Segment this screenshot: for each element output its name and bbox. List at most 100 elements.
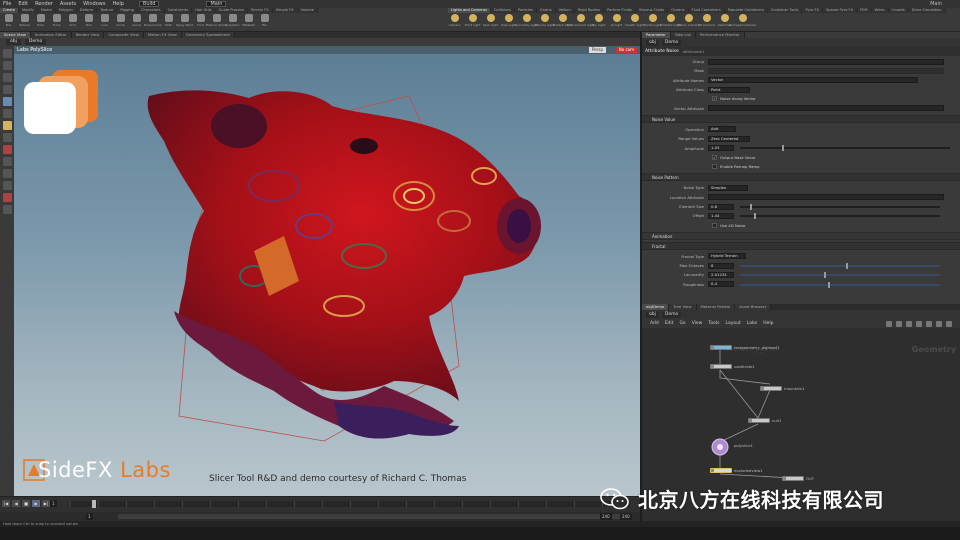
snap-icon[interactable] bbox=[2, 157, 12, 166]
playback-button-4[interactable]: ▶| bbox=[42, 500, 50, 507]
shelf-tab-simple-fx[interactable]: Simple FX bbox=[272, 8, 298, 13]
range-values-menu[interactable]: Zero Centered bbox=[708, 135, 750, 142]
net-menu-go[interactable]: Go bbox=[679, 321, 685, 326]
shelf-tab-characters[interactable]: Characters bbox=[137, 8, 165, 13]
shelf-tab-pyro-fx[interactable]: Pyro FX bbox=[802, 8, 824, 13]
element-size-slider[interactable] bbox=[740, 205, 940, 208]
amplitude-field[interactable]: 1.03 bbox=[708, 145, 734, 152]
node-mountain[interactable] bbox=[760, 386, 782, 391]
shelf-tool-line[interactable]: Line bbox=[98, 14, 111, 30]
param-path-demo[interactable]: Demo bbox=[661, 39, 682, 46]
node-flag[interactable] bbox=[749, 419, 752, 422]
palette-icon[interactable] bbox=[916, 321, 922, 327]
offset-slider-handle[interactable] bbox=[754, 213, 756, 220]
shelf-tool-file[interactable]: File bbox=[258, 14, 271, 30]
section-fractal[interactable]: Fractal bbox=[642, 241, 960, 250]
attr-class-menu[interactable]: Point bbox=[708, 86, 750, 93]
shelf-tool-distant-light[interactable]: Distant Light bbox=[553, 14, 572, 30]
attr-names-field[interactable]: Vector bbox=[708, 77, 918, 84]
node-out[interactable] bbox=[782, 476, 804, 481]
info-icon[interactable] bbox=[946, 321, 952, 327]
start-frame-field[interactable]: 1 bbox=[86, 513, 93, 520]
shape-icon[interactable] bbox=[926, 321, 932, 327]
shelf-tool-spot-light[interactable]: Spot Light bbox=[483, 14, 498, 30]
shelf-tab-polygon[interactable]: Polygon bbox=[55, 8, 77, 13]
use-4d-checkbox[interactable] bbox=[712, 222, 717, 228]
grid-icon[interactable] bbox=[896, 321, 902, 327]
lacunarity-slider[interactable] bbox=[740, 274, 940, 277]
shelf-tool-sky-light[interactable]: Sky Light bbox=[592, 14, 605, 30]
shelf-tab-terrain-fx[interactable]: Terrain FX bbox=[247, 8, 273, 13]
shelf-tool-gi-light[interactable]: GI Light bbox=[610, 14, 623, 30]
desktop-selector[interactable]: Build bbox=[138, 1, 160, 7]
enable-ramp-checkbox[interactable] bbox=[712, 164, 717, 170]
menu-assets[interactable]: Assets bbox=[60, 1, 76, 7]
lock-icon[interactable] bbox=[936, 321, 942, 327]
shelf-tab-particles[interactable]: Particles bbox=[514, 8, 537, 13]
persp-menu[interactable]: Persp bbox=[589, 47, 606, 53]
grid-icon[interactable] bbox=[2, 169, 12, 178]
shelf-tool-spray-paint[interactable]: Spray Paint bbox=[176, 14, 193, 30]
shelf-tab-collisions[interactable]: Collisions bbox=[490, 8, 515, 13]
net-menu-layout[interactable]: Layout bbox=[725, 321, 740, 326]
net-menu-tools[interactable]: Tools bbox=[708, 321, 719, 326]
end-frame-field-2[interactable]: 240 bbox=[620, 513, 632, 520]
shelf-tool-metaball[interactable]: Metaball bbox=[242, 14, 255, 30]
shelf-tab-rigid-bodies[interactable]: Rigid Bodies bbox=[574, 8, 604, 13]
playback-button-1[interactable]: ◀ bbox=[12, 500, 20, 507]
lacunarity-field[interactable]: 2.01234 bbox=[708, 271, 734, 278]
select-tool-icon[interactable] bbox=[2, 49, 12, 58]
section-noise-pattern[interactable]: Noise Pattern bbox=[642, 173, 960, 182]
shelf-tool-circle[interactable]: Circle bbox=[114, 14, 127, 30]
shelf-tab-constraints[interactable]: Constraints bbox=[164, 8, 193, 13]
node-null[interactable] bbox=[748, 418, 770, 423]
net-menu-help[interactable]: Help bbox=[763, 321, 773, 326]
net-menu-labs[interactable]: Labs bbox=[747, 321, 757, 326]
shelf-tab-create[interactable]: Create bbox=[0, 8, 19, 13]
noise-type-menu[interactable]: Simplex bbox=[708, 184, 748, 191]
shelf-tab-populate-containers[interactable]: Populate Containers bbox=[724, 8, 768, 13]
section-animation[interactable]: Animation bbox=[642, 231, 960, 240]
shelf-tab-drive-simulation[interactable]: Drive Simulation bbox=[908, 8, 946, 13]
shelf-tool-switcher[interactable]: Switcher bbox=[718, 14, 731, 30]
offset-slider[interactable] bbox=[740, 215, 940, 218]
vector-attr-field[interactable] bbox=[708, 105, 944, 112]
timeline-cursor[interactable] bbox=[92, 500, 96, 508]
current-frame-field[interactable]: 1 bbox=[50, 500, 57, 507]
node-polyslice[interactable] bbox=[710, 437, 730, 457]
shelf-tool-null[interactable]: Null bbox=[82, 14, 95, 30]
shelf-tool-point-light[interactable]: Point Light bbox=[465, 14, 480, 30]
shelf-tab-texture[interactable]: Texture bbox=[97, 8, 118, 13]
shelf-tool-ambient-light[interactable]: Ambient Light bbox=[660, 14, 681, 30]
max-octaves-slider-handle[interactable] bbox=[846, 263, 848, 270]
shelf-tool-vr-camera[interactable]: VR Camera bbox=[698, 14, 715, 30]
shelf-tool-draw-curve[interactable]: Draw Curve bbox=[144, 14, 161, 30]
section-noise-value[interactable]: Noise Value bbox=[642, 114, 960, 123]
location-attr-field[interactable] bbox=[708, 194, 944, 201]
desktop-selector-2[interactable]: Main bbox=[206, 1, 227, 7]
lacunarity-slider-handle[interactable] bbox=[824, 272, 826, 279]
record-icon[interactable] bbox=[2, 193, 12, 202]
menu-edit[interactable]: Edit bbox=[18, 1, 28, 7]
wrench-icon[interactable] bbox=[886, 321, 892, 327]
roughness-slider[interactable] bbox=[740, 283, 940, 286]
shelf-tool-caustic-light[interactable]: Caustic Light bbox=[625, 14, 644, 30]
net-menu-edit[interactable]: Edit bbox=[665, 321, 674, 326]
max-octaves-slider[interactable] bbox=[740, 265, 940, 268]
camera-icon[interactable] bbox=[2, 181, 12, 190]
display-options-icon[interactable] bbox=[2, 205, 12, 214]
shelf-tool-tube[interactable]: Tube bbox=[34, 14, 47, 30]
path-demo[interactable]: Demo bbox=[24, 39, 47, 45]
net-menu-view[interactable]: View bbox=[692, 321, 703, 326]
node-flag[interactable] bbox=[711, 346, 714, 349]
net-path-demo[interactable]: Demo bbox=[661, 311, 682, 318]
element-size-slider-handle[interactable] bbox=[750, 203, 752, 210]
node-testgeometry[interactable] bbox=[710, 345, 732, 350]
shelf-tool-camera[interactable]: Camera bbox=[448, 14, 461, 30]
element-size-field[interactable]: 0.6 bbox=[708, 203, 734, 210]
playback-button-2[interactable]: ■ bbox=[22, 500, 30, 507]
shelf-tab-guide-process[interactable]: Guide Process bbox=[215, 8, 248, 13]
shelf-tool-box[interactable]: Box bbox=[2, 14, 15, 30]
shelf-tool-torus[interactable]: Torus bbox=[50, 14, 63, 30]
move-tool-icon[interactable] bbox=[2, 61, 12, 70]
